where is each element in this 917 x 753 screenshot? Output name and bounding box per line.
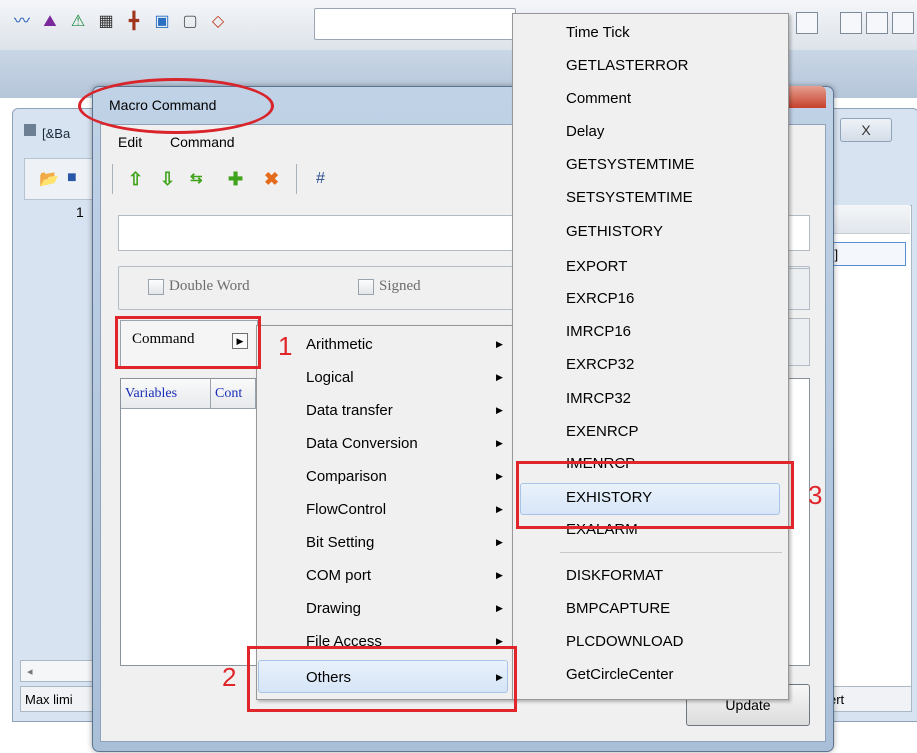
others-menu-item[interactable]: Comment: [566, 89, 631, 109]
annotation-box-others: [247, 646, 517, 712]
move-up-icon[interactable]: ⇧: [128, 168, 143, 190]
others-menu-item[interactable]: EXENRCP: [566, 422, 639, 442]
double-word-label: Double Word: [169, 278, 250, 294]
hash-button[interactable]: #: [316, 168, 325, 190]
window-icon: [24, 124, 36, 136]
layer-top-icon[interactable]: [892, 12, 914, 34]
others-submenu: [512, 13, 789, 700]
submenu-item[interactable]: Arithmetic ▶: [256, 328, 510, 361]
signed-checkbox[interactable]: [358, 279, 374, 295]
submenu-item-label: Bit Setting: [306, 534, 375, 551]
submenu-item-label: COM port: [306, 567, 372, 584]
others-menu-item[interactable]: GETSYSTEMTIME: [566, 155, 694, 175]
background-window-toolbar: 📂 ■: [24, 158, 96, 200]
horizontal-scrollbar[interactable]: ◂: [20, 660, 96, 682]
layer-icon[interactable]: [840, 12, 862, 34]
background-window-close-button[interactable]: X: [840, 118, 892, 142]
chevron-right-icon: ▶: [496, 603, 503, 613]
others-menu-item[interactable]: IMRCP32: [566, 389, 631, 409]
submenu-item-label: Arithmetic: [306, 336, 373, 353]
xy-chart-icon[interactable]: ⛰: [40, 12, 60, 32]
submenu-item-label: Comparison: [306, 468, 387, 485]
submenu-item[interactable]: Logical ▶: [256, 361, 510, 394]
table-header-variables[interactable]: Variables: [121, 379, 211, 409]
submenu-item[interactable]: COM port ▶: [256, 559, 510, 592]
trend-chart-icon[interactable]: 〰: [12, 12, 32, 32]
toolbar-divider: [112, 164, 113, 194]
swap-icon[interactable]: ⇆: [190, 168, 203, 190]
signed-label: Signed: [379, 278, 421, 294]
menu-edit[interactable]: Edit: [118, 134, 142, 150]
chevron-right-icon: ▶: [496, 405, 503, 415]
background-status-left: Max limi: [20, 686, 96, 712]
toolbar-divider: [296, 164, 297, 194]
others-menu-item[interactable]: BMPCAPTURE: [566, 599, 670, 619]
others-menu-item[interactable]: SETSYSTEMTIME: [566, 188, 693, 208]
alarm-icon[interactable]: ⚠: [68, 12, 88, 32]
chevron-right-icon: ▶: [496, 471, 503, 481]
chevron-right-icon: ▶: [496, 570, 503, 580]
others-menu-item[interactable]: GETHISTORY: [566, 222, 663, 242]
background-window-title: [&Ba: [42, 126, 71, 141]
submenu-item[interactable]: Data Conversion ▶: [256, 427, 510, 460]
annotation-number-2: 2: [222, 662, 237, 692]
submenu-item[interactable]: Comparison ▶: [256, 460, 510, 493]
annotation-box-command: [115, 316, 261, 369]
submenu-item-label: Data transfer: [306, 402, 393, 419]
submenu-item[interactable]: Data transfer ▶: [256, 394, 510, 427]
xy-plot-icon[interactable]: ▢: [180, 12, 200, 32]
submenu-item[interactable]: Drawing ▶: [256, 592, 510, 625]
cross-icon[interactable]: ╋: [124, 12, 144, 32]
chevron-right-icon: ▶: [496, 537, 503, 547]
row-number: 1: [76, 204, 84, 220]
submenu-item-label: Data Conversion: [306, 435, 418, 452]
menu-separator: [560, 552, 782, 553]
save-icon[interactable]: ■: [67, 169, 77, 187]
valve-icon[interactable]: ◇: [208, 12, 228, 32]
others-menu-item[interactable]: GetCircleCenter: [566, 665, 674, 685]
others-menu-item[interactable]: GETLASTERROR: [566, 56, 689, 76]
toolbar-combo-box[interactable]: [314, 8, 516, 40]
move-down-icon[interactable]: ⇩: [160, 168, 175, 190]
chevron-right-icon: ▶: [496, 504, 503, 514]
variables-table: [120, 378, 258, 666]
submenu-item-label: Logical: [306, 369, 354, 386]
submenu-item[interactable]: FlowControl ▶: [256, 493, 510, 526]
background-status-right: ert: [822, 686, 912, 712]
others-menu-item[interactable]: PLCDOWNLOAD: [566, 632, 684, 652]
others-menu-item[interactable]: IMRCP16: [566, 322, 631, 342]
others-menu-item[interactable]: Time Tick: [566, 23, 630, 43]
chevron-right-icon: ▶: [496, 438, 503, 448]
chevron-right-icon: ▶: [496, 339, 503, 349]
annotation-box-exhistory: [516, 461, 794, 529]
others-menu-item[interactable]: EXRCP16: [566, 289, 634, 309]
table-header-content[interactable]: Cont: [211, 379, 256, 409]
layer-down-icon[interactable]: [866, 12, 888, 34]
annotation-number-1: 1: [278, 331, 293, 361]
others-menu-item[interactable]: EXRCP32: [566, 355, 634, 375]
title-highlight-ellipse: [78, 78, 274, 134]
submenu-item-label: FlowControl: [306, 501, 387, 518]
others-menu-item[interactable]: Delay: [566, 122, 604, 142]
submenu-item[interactable]: Bit Setting ▶: [256, 526, 510, 559]
properties-icon[interactable]: [796, 12, 818, 34]
add-icon[interactable]: ✚: [228, 168, 243, 190]
others-menu-item[interactable]: EXPORT: [566, 257, 627, 277]
double-word-checkbox[interactable]: [148, 279, 164, 295]
submenu-item-label: Drawing: [306, 600, 362, 617]
open-folder-icon[interactable]: 📂: [39, 169, 59, 189]
delete-icon[interactable]: ✖: [264, 168, 279, 190]
window-icon[interactable]: ▣: [152, 12, 172, 32]
annotation-number-3: 3: [808, 480, 823, 510]
chevron-right-icon: ▶: [496, 372, 503, 382]
others-menu-item[interactable]: DISKFORMAT: [566, 566, 663, 586]
menu-command[interactable]: Command: [170, 134, 235, 150]
keypad-icon[interactable]: ▦: [96, 12, 116, 32]
